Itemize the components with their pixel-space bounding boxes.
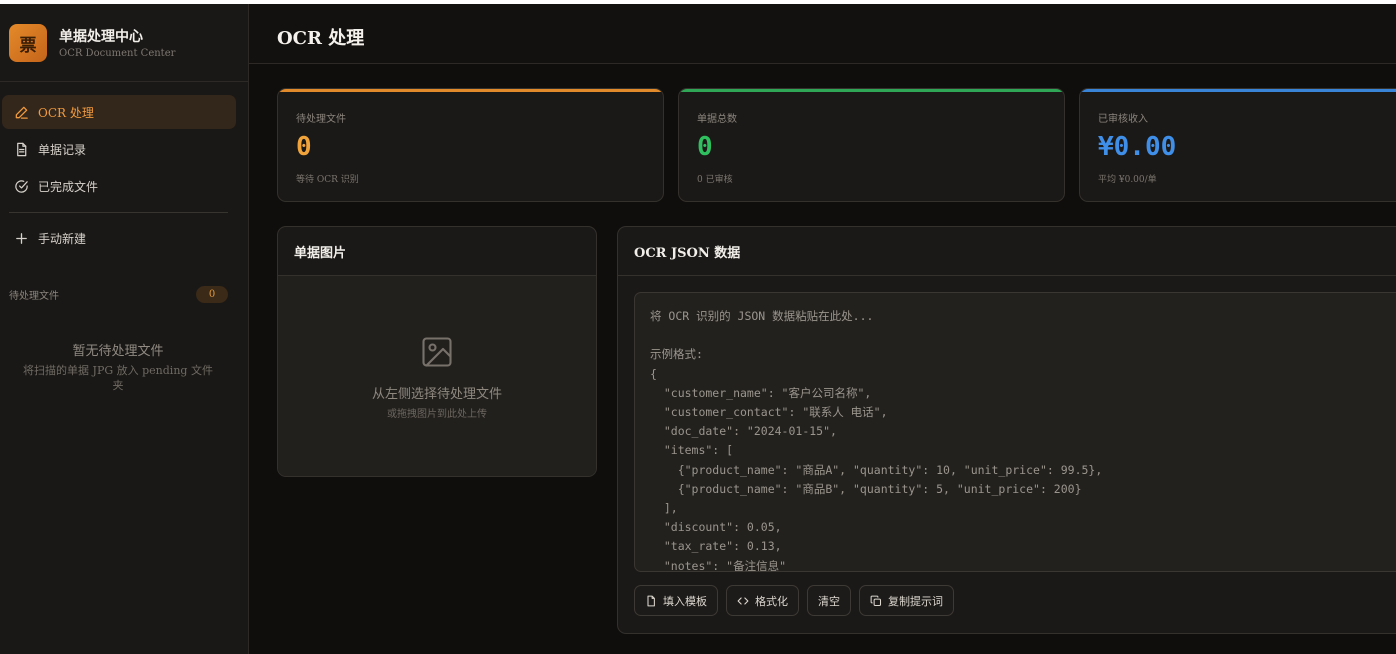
button-label: 复制提示词 <box>888 594 943 608</box>
stat-accent-bar <box>278 89 663 92</box>
app-subtitle: OCR Document Center <box>59 48 176 59</box>
sidebar-item-label: 单据记录 <box>38 142 87 157</box>
sidebar-item-records[interactable]: 单据记录 <box>2 132 236 166</box>
pending-count-badge: 0 <box>196 286 228 303</box>
empty-state-hint: 将扫描的单据 JPG 放入 pending 文件夹 <box>23 364 213 392</box>
sidebar-item-ocr[interactable]: OCR 处理 <box>2 95 236 129</box>
stat-label: 已审核收入 <box>1098 114 1148 125</box>
app-logo: 票 <box>9 24 47 62</box>
stat-label: 单据总数 <box>697 114 737 125</box>
copy-prompt-button[interactable]: 复制提示词 <box>859 585 954 616</box>
nav-divider <box>9 212 228 213</box>
stat-card-revenue: 已审核收入 ¥0.00 平均 ¥0.00/单 <box>1079 88 1396 202</box>
stat-sub: 等待 OCR 识别 <box>296 175 359 185</box>
button-label: 填入模板 <box>663 594 707 608</box>
button-label: 格式化 <box>755 594 788 608</box>
app-title: 单据处理中心 <box>59 29 143 45</box>
sidebar-item-new[interactable]: 手动新建 <box>2 221 236 255</box>
stat-value: 0 <box>296 132 312 162</box>
document-icon <box>17 142 27 156</box>
stat-sub: 平均 ¥0.00/单 <box>1098 175 1157 185</box>
plus-icon <box>16 232 27 244</box>
pending-files-label: 待处理文件 <box>9 291 59 302</box>
stat-label: 待处理文件 <box>296 114 346 125</box>
sidebar-item-completed[interactable]: 已完成文件 <box>2 169 236 203</box>
clear-button[interactable]: 清空 <box>807 585 851 616</box>
code-icon <box>737 596 749 605</box>
drop-zone-sub-hint: 或拖拽图片到此处上传 <box>387 409 487 420</box>
empty-state-title: 暂无待处理文件 <box>72 344 164 359</box>
sidebar: 票 单据处理中心 OCR Document Center OCR 处理 单据记录… <box>0 4 249 654</box>
stat-value: ¥0.00 <box>1098 132 1177 162</box>
image-panel-title: 单据图片 <box>278 227 596 276</box>
format-button[interactable]: 格式化 <box>726 585 799 616</box>
stat-accent-bar <box>1080 89 1396 92</box>
fill-template-button[interactable]: 填入模板 <box>634 585 718 616</box>
json-panel: OCR JSON 数据 将 OCR 识别的 JSON 数据粘贴在此处... 示例… <box>617 226 1396 634</box>
image-icon <box>422 337 452 367</box>
json-placeholder: 将 OCR 识别的 JSON 数据粘贴在此处... 示例格式: { "custo… <box>650 309 1103 572</box>
stat-card-pending: 待处理文件 0 等待 OCR 识别 <box>277 88 664 202</box>
stat-sub: 0 已审核 <box>697 175 733 185</box>
check-circle-icon <box>15 179 28 193</box>
pencil-icon <box>15 106 28 119</box>
sidebar-item-label: OCR 处理 <box>38 105 94 120</box>
stat-card-total: 单据总数 0 0 已审核 <box>678 88 1065 202</box>
drop-zone-hint: 从左侧选择待处理文件 <box>371 387 502 402</box>
page-title: OCR 处理 <box>277 28 365 49</box>
json-input[interactable]: 将 OCR 识别的 JSON 数据粘贴在此处... 示例格式: { "custo… <box>634 292 1396 572</box>
image-panel: 单据图片 从左侧选择待处理文件 或拖拽图片到此处上传 <box>277 226 597 477</box>
json-panel-title: OCR JSON 数据 <box>618 227 1396 276</box>
brand: 票 单据处理中心 OCR Document Center <box>0 4 248 82</box>
stat-value: 0 <box>697 132 713 162</box>
copy-icon <box>870 595 882 606</box>
stat-accent-bar <box>679 89 1064 92</box>
sidebar-item-label: 手动新建 <box>38 231 87 246</box>
image-drop-zone[interactable]: 从左侧选择待处理文件 或拖拽图片到此处上传 <box>278 276 596 476</box>
sidebar-item-label: 已完成文件 <box>38 179 99 194</box>
button-label: 清空 <box>818 594 840 608</box>
page-header: OCR 处理 <box>249 4 1396 64</box>
file-icon <box>647 595 655 606</box>
